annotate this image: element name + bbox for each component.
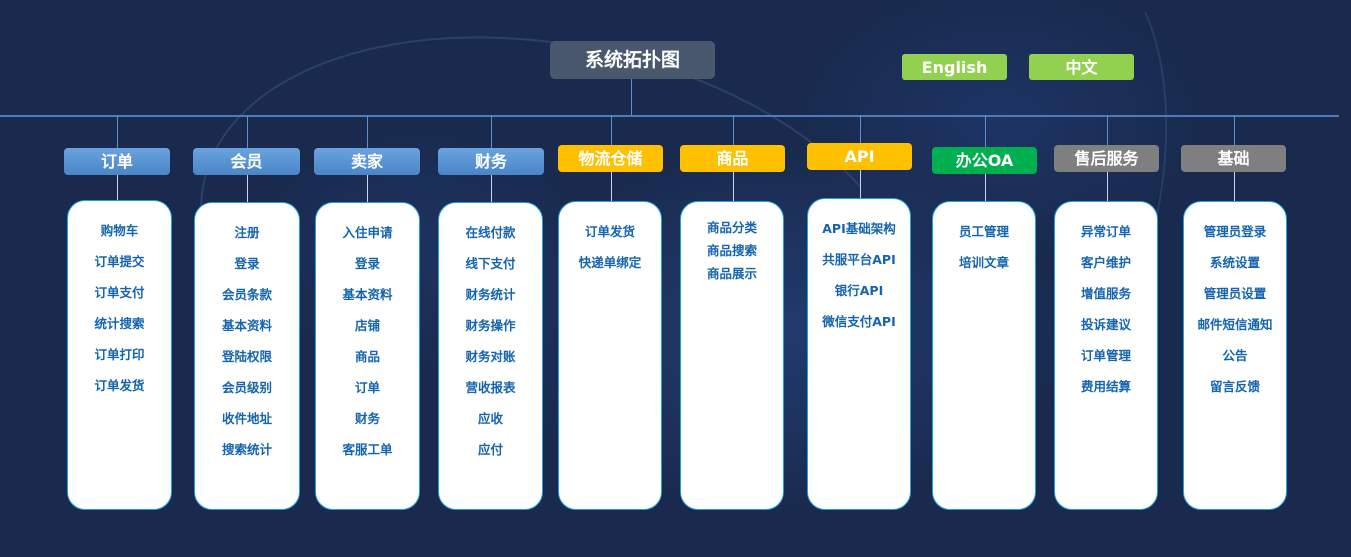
module-item[interactable]: 订单支付 — [68, 277, 171, 308]
category-3-card: 在线付款 线下支付 财务统计 财务操作 财务对账 营收报表 应收 应付 — [438, 202, 543, 510]
card-connector-line — [1107, 172, 1108, 201]
module-item[interactable]: 营收报表 — [439, 372, 542, 403]
module-item[interactable]: 留言反馈 — [1184, 371, 1286, 402]
card-connector-line — [117, 175, 118, 200]
chinese-language-button[interactable]: 中文 — [1029, 54, 1134, 80]
module-item[interactable]: 订单 — [316, 372, 419, 403]
category-connector-line — [367, 116, 368, 148]
category-connector-line — [491, 116, 492, 148]
module-item[interactable]: 增值服务 — [1055, 278, 1157, 309]
category-connector-line — [117, 116, 118, 148]
module-item[interactable]: 财务对账 — [439, 341, 542, 372]
module-item[interactable]: 订单提交 — [68, 246, 171, 277]
module-item[interactable]: 线下支付 — [439, 248, 542, 279]
module-item[interactable]: 商品分类 — [681, 216, 783, 239]
card-connector-line — [491, 175, 492, 202]
module-item[interactable]: 会员条款 — [195, 279, 299, 310]
category-connector-line — [733, 116, 734, 145]
module-item[interactable]: 商品搜索 — [681, 239, 783, 262]
module-item[interactable]: 员工管理 — [933, 216, 1035, 247]
category-8-card: 异常订单 客户维护 增值服务 投诉建议 订单管理 费用结算 — [1054, 201, 1158, 510]
category-connector-line — [611, 116, 612, 145]
category-connector-line — [247, 116, 248, 148]
module-item[interactable]: 快递单绑定 — [559, 247, 661, 278]
category-4-header[interactable]: 物流仓储 — [558, 145, 663, 172]
module-item[interactable]: 管理员设置 — [1184, 278, 1286, 309]
category-7-header[interactable]: 办公OA — [932, 147, 1037, 174]
card-connector-line — [860, 170, 861, 198]
topology-root-title: 系统拓扑图 — [550, 41, 715, 79]
module-item[interactable]: 登录 — [316, 248, 419, 279]
module-item[interactable]: 邮件短信通知 — [1184, 309, 1286, 340]
module-item[interactable]: 在线付款 — [439, 217, 542, 248]
category-0-header[interactable]: 订单 — [64, 148, 170, 175]
category-1-header[interactable]: 会员 — [193, 148, 300, 175]
module-item[interactable]: 入住申请 — [316, 217, 419, 248]
module-item[interactable]: 培训文章 — [933, 247, 1035, 278]
module-item[interactable]: 投诉建议 — [1055, 309, 1157, 340]
module-item[interactable]: 异常订单 — [1055, 216, 1157, 247]
root-connector-line — [631, 79, 632, 116]
module-item[interactable]: 系统设置 — [1184, 247, 1286, 278]
card-connector-line — [247, 175, 248, 202]
module-item[interactable]: 客服工单 — [316, 434, 419, 465]
module-item[interactable]: 商品 — [316, 341, 419, 372]
module-item[interactable]: 统计搜索 — [68, 308, 171, 339]
card-connector-line — [985, 174, 986, 201]
module-item[interactable]: 登陆权限 — [195, 341, 299, 372]
module-item[interactable]: 购物车 — [68, 215, 171, 246]
category-2-card: 入住申请 登录 基本资料 店铺 商品 订单 财务 客服工单 — [315, 202, 420, 510]
category-9-header[interactable]: 基础 — [1181, 145, 1286, 172]
module-item[interactable]: 应收 — [439, 403, 542, 434]
module-item[interactable]: 财务 — [316, 403, 419, 434]
module-item[interactable]: 订单管理 — [1055, 340, 1157, 371]
category-4-card: 订单发货 快递单绑定 — [558, 201, 662, 510]
card-connector-line — [733, 172, 734, 201]
card-connector-line — [1234, 172, 1235, 201]
category-8-header[interactable]: 售后服务 — [1054, 145, 1159, 172]
module-item[interactable]: 搜索统计 — [195, 434, 299, 465]
module-item[interactable]: API基础架构 — [808, 213, 910, 244]
module-item[interactable]: 注册 — [195, 217, 299, 248]
category-connector-line — [985, 116, 986, 147]
module-item[interactable]: 订单发货 — [68, 370, 171, 401]
module-item[interactable]: 微信支付API — [808, 306, 910, 337]
main-horizontal-connector — [0, 115, 1339, 117]
card-connector-line — [367, 175, 368, 202]
category-connector-line — [1234, 116, 1235, 145]
module-item[interactable]: 费用结算 — [1055, 371, 1157, 402]
module-item[interactable]: 登录 — [195, 248, 299, 279]
category-0-card: 购物车 订单提交 订单支付 统计搜索 订单打印 订单发货 — [67, 200, 172, 510]
category-9-card: 管理员登录 系统设置 管理员设置 邮件短信通知 公告 留言反馈 — [1183, 201, 1287, 510]
category-3-header[interactable]: 财务 — [438, 148, 544, 175]
card-connector-line — [611, 172, 612, 201]
module-item[interactable]: 应付 — [439, 434, 542, 465]
module-item[interactable]: 订单发货 — [559, 216, 661, 247]
category-7-card: 员工管理 培训文章 — [932, 201, 1036, 510]
module-item[interactable]: 财务统计 — [439, 279, 542, 310]
category-1-card: 注册 登录 会员条款 基本资料 登陆权限 会员级别 收件地址 搜索统计 — [194, 202, 300, 510]
module-item[interactable]: 客户维护 — [1055, 247, 1157, 278]
category-2-header[interactable]: 卖家 — [314, 148, 420, 175]
module-item[interactable]: 公告 — [1184, 340, 1286, 371]
category-5-header[interactable]: 商品 — [680, 145, 785, 172]
category-6-header[interactable]: API — [807, 143, 912, 170]
category-connector-line — [1107, 116, 1108, 145]
module-item[interactable]: 店铺 — [316, 310, 419, 341]
module-item[interactable]: 会员级别 — [195, 372, 299, 403]
module-item[interactable]: 基本资料 — [195, 310, 299, 341]
category-6-card: API基础架构 共服平台API 银行API 微信支付API — [807, 198, 911, 510]
module-item[interactable]: 收件地址 — [195, 403, 299, 434]
module-item[interactable]: 共服平台API — [808, 244, 910, 275]
category-5-card: 商品分类 商品搜索 商品展示 — [680, 201, 784, 510]
category-connector-line — [860, 116, 861, 143]
module-item[interactable]: 商品展示 — [681, 262, 783, 285]
module-item[interactable]: 订单打印 — [68, 339, 171, 370]
module-item[interactable]: 财务操作 — [439, 310, 542, 341]
english-language-button[interactable]: English — [902, 54, 1007, 80]
module-item[interactable]: 基本资料 — [316, 279, 419, 310]
module-item[interactable]: 银行API — [808, 275, 910, 306]
module-item[interactable]: 管理员登录 — [1184, 216, 1286, 247]
